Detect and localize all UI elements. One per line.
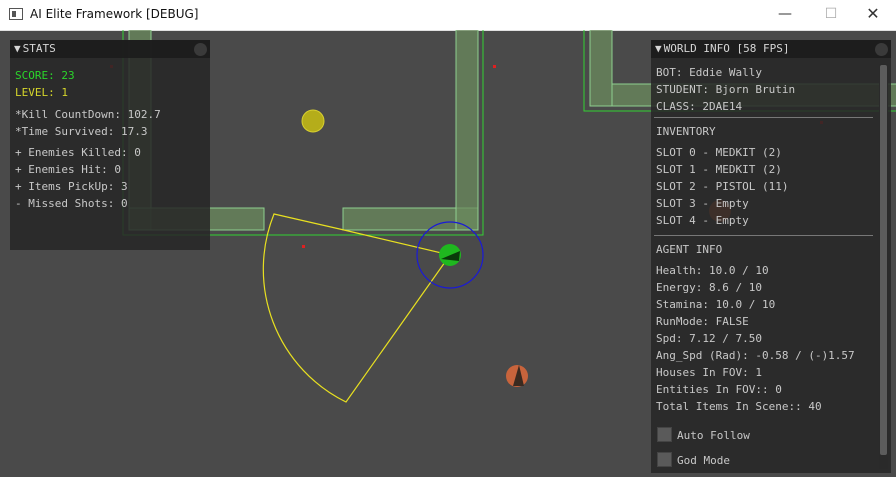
angular-speed-text: Ang_Spd (Rad): -0.58 / (-)1.57	[656, 349, 855, 362]
window-title: AI Elite Framework [DEBUG]	[30, 7, 199, 21]
bot-name: BOT: Eddie Wally	[656, 66, 762, 79]
scrollbar-thumb[interactable]	[880, 65, 887, 455]
world-info-header[interactable]: ▼ WORLD INFO [58 FPS]	[651, 40, 891, 58]
maximize-button[interactable]: ☐	[808, 0, 854, 30]
total-items: Total Items In Scene:: 40	[656, 400, 822, 413]
health-text: Health: 10.0 / 10	[656, 264, 769, 277]
wall	[589, 30, 613, 107]
title-bar: AI Elite Framework [DEBUG] — ☐ ✕	[0, 0, 896, 31]
auto-follow-checkbox[interactable]	[657, 427, 672, 442]
time-survived: *Time Survived: 17.3	[15, 125, 148, 138]
runmode-text: RunMode: FALSE	[656, 315, 749, 328]
entities-in-fov: Entities In FOV:: 0	[656, 383, 782, 396]
inventory-header: INVENTORY	[656, 125, 716, 138]
stats-panel: ▼ STATS SCORE: 23 LEVEL: 1 *Kill CountDow…	[10, 40, 210, 250]
energy-text: Energy: 8.6 / 10	[656, 281, 762, 294]
inventory-slot: SLOT 0 - MEDKIT (2)	[656, 146, 782, 159]
missed-shots: - Missed Shots: 0	[15, 197, 128, 210]
window-app-icon	[9, 8, 23, 20]
inventory-slot: SLOT 3 - Empty	[656, 197, 749, 210]
marker	[302, 245, 305, 248]
marker	[493, 65, 496, 68]
items-pickup: + Items PickUp: 3	[15, 180, 128, 193]
collapse-triangle-icon[interactable]: ▼	[14, 40, 21, 58]
fov-cone	[262, 213, 452, 403]
world-info-panel: ▼ WORLD INFO [58 FPS] BOT: Eddie Wally ST…	[651, 40, 891, 473]
divider	[654, 117, 873, 118]
houses-in-fov: Houses In FOV: 1	[656, 366, 762, 379]
close-button[interactable]: ✕	[850, 0, 896, 30]
inventory-slot: SLOT 4 - Empty	[656, 214, 749, 227]
enemies-killed: + Enemies Killed: 0	[15, 146, 141, 159]
stamina-text: Stamina: 10.0 / 10	[656, 298, 776, 311]
minimize-button[interactable]: —	[762, 0, 808, 30]
student-name: STUDENT: Bjorn Brutin	[656, 83, 796, 96]
divider	[654, 235, 873, 236]
wall	[455, 30, 479, 231]
auto-follow-label: Auto Follow	[677, 429, 750, 442]
stats-title: STATS	[22, 42, 56, 55]
world-info-title: WORLD INFO [58 FPS]	[663, 42, 790, 55]
close-circle-icon[interactable]	[875, 43, 888, 56]
kill-countdown: *Kill CountDown: 102.7	[15, 108, 161, 121]
agent-info-header: AGENT INFO	[656, 243, 723, 256]
god-mode-label: God Mode	[677, 454, 730, 467]
stats-header[interactable]: ▼ STATS	[10, 40, 210, 58]
level-text: LEVEL: 1	[15, 86, 68, 99]
class-name: CLASS: 2DAE14	[656, 100, 743, 113]
collapse-triangle-icon[interactable]: ▼	[655, 40, 662, 58]
god-mode-checkbox[interactable]	[657, 452, 672, 467]
score-text: SCORE: 23	[15, 69, 75, 82]
inventory-slot: SLOT 2 - PISTOL (11)	[656, 180, 789, 193]
speed-text: Spd: 7.12 / 7.50	[656, 332, 762, 345]
close-circle-icon[interactable]	[194, 43, 207, 56]
enemies-hit: + Enemies Hit: 0	[15, 163, 121, 176]
pickup-item	[301, 109, 325, 133]
game-viewport[interactable]: ▼ STATS SCORE: 23 LEVEL: 1 *Kill CountDow…	[0, 30, 896, 477]
inventory-slot: SLOT 1 - MEDKIT (2)	[656, 163, 782, 176]
